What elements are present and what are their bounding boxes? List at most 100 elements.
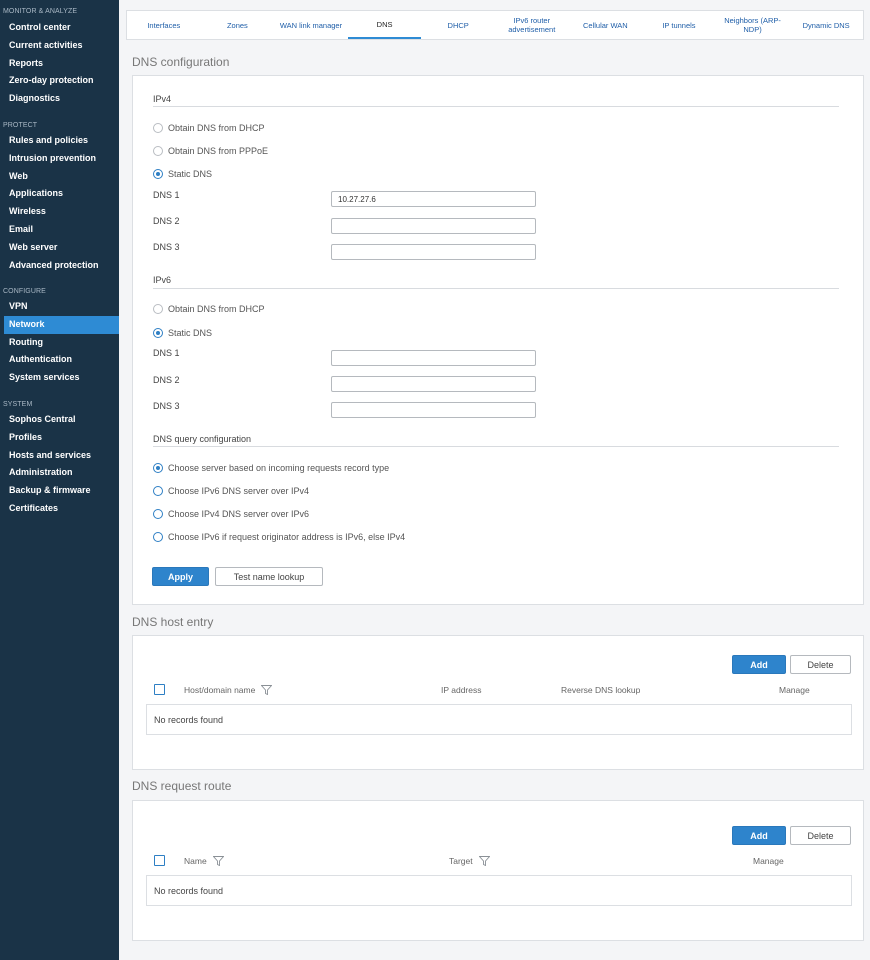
column-name[interactable]: Name: [184, 856, 224, 866]
test-name-lookup-button[interactable]: Test name lookup: [215, 567, 323, 586]
radio-circle[interactable]: [153, 304, 163, 314]
radio-label: Choose server based on incoming requests…: [168, 463, 390, 473]
tab-dns[interactable]: DNS: [347, 11, 422, 39]
ipv4-obtain-pppoe-radio[interactable]: Obtain DNS from PPPoE: [153, 146, 268, 156]
select-all-checkbox[interactable]: [154, 855, 165, 866]
query-option-originator-radio[interactable]: Choose IPv6 if request originator addres…: [153, 532, 405, 542]
sidebar-item-certificates[interactable]: Certificates: [0, 500, 119, 518]
sidebar-item-web-server[interactable]: Web server: [0, 239, 119, 257]
tab-ipv6-router-advertisement[interactable]: IPv6 router advertisement: [495, 11, 569, 39]
sidebar-item-control-center[interactable]: Control center: [0, 19, 119, 37]
column-ip-address: IP address: [441, 685, 481, 695]
tab-wan-link-manager[interactable]: WAN link manager: [274, 11, 348, 39]
tab-neighbors[interactable]: Neighbors (ARP-NDP): [716, 11, 790, 39]
sidebar-item-network[interactable]: Network: [4, 315, 119, 334]
sidebar-item-current-activities[interactable]: Current activities: [0, 37, 119, 55]
radio-label: Choose IPv6 DNS server over IPv4: [168, 486, 310, 496]
dns-configuration-card: IPv4 Obtain DNS from DHCP Obtain DNS fro…: [132, 75, 864, 605]
sidebar-item-wireless[interactable]: Wireless: [0, 203, 119, 221]
radio-circle[interactable]: [153, 146, 163, 156]
ipv4-dns1-input[interactable]: [331, 191, 536, 207]
sidebar-item-authentication[interactable]: Authentication: [0, 351, 119, 369]
dns-query-group-label: DNS query configuration: [153, 434, 252, 444]
tab-dynamic-dns[interactable]: Dynamic DNS: [789, 11, 863, 39]
ipv4-dns1-label: DNS 1: [153, 190, 180, 200]
ipv4-group-label: IPv4: [153, 94, 172, 104]
sidebar-item-rules-and-policies[interactable]: Rules and policies: [0, 132, 119, 150]
column-label: Manage: [753, 856, 784, 866]
divider: [153, 288, 839, 289]
sidebar-item-advanced-protection[interactable]: Advanced protection: [0, 257, 119, 275]
sidebar-section-title: SYSTEM: [3, 401, 33, 408]
sidebar-item-system-services[interactable]: System services: [0, 369, 119, 387]
ipv6-static-dns-radio[interactable]: Static DNS: [153, 328, 212, 338]
column-label: IP address: [441, 685, 482, 695]
add-host-entry-button[interactable]: Add: [732, 655, 786, 674]
sidebar-item-intrusion-prevention[interactable]: Intrusion prevention: [0, 150, 119, 168]
funnel-filter-icon[interactable]: [212, 856, 224, 866]
sidebar-group-protect: Rules and policies Intrusion prevention …: [0, 132, 119, 274]
delete-host-entry-button[interactable]: Delete: [790, 655, 851, 674]
delete-request-route-button[interactable]: Delete: [790, 826, 851, 845]
tab-bar: Interfaces Zones WAN link manager DNS DH…: [126, 10, 864, 40]
sidebar-item-routing[interactable]: Routing: [0, 334, 119, 352]
sidebar-item-backup-firmware[interactable]: Backup & firmware: [0, 482, 119, 500]
ipv4-obtain-dhcp-radio[interactable]: Obtain DNS from DHCP: [153, 123, 265, 133]
tab-ip-tunnels[interactable]: IP tunnels: [642, 11, 716, 39]
ipv4-dns2-input[interactable]: [331, 218, 536, 234]
tab-cellular-wan[interactable]: Cellular WAN: [569, 11, 643, 39]
radio-label: Static DNS: [168, 169, 213, 179]
sidebar: MONITOR & ANALYZE Control center Current…: [0, 0, 119, 960]
ipv6-dns3-input[interactable]: [331, 402, 536, 418]
sidebar-item-applications[interactable]: Applications: [0, 185, 119, 203]
radio-label: Static DNS: [168, 328, 213, 338]
ipv6-obtain-dhcp-radio[interactable]: Obtain DNS from DHCP: [153, 304, 265, 314]
apply-button[interactable]: Apply: [152, 567, 209, 586]
sidebar-item-email[interactable]: Email: [0, 221, 119, 239]
empty-table-message: No records found: [146, 704, 852, 735]
ipv4-dns3-input[interactable]: [331, 244, 536, 260]
tab-dhcp[interactable]: DHCP: [421, 11, 495, 39]
tab-interfaces[interactable]: Interfaces: [127, 11, 201, 39]
select-all-checkbox[interactable]: [154, 684, 165, 695]
sidebar-item-hosts-and-services[interactable]: Hosts and services: [0, 447, 119, 465]
ipv6-dns2-input[interactable]: [331, 376, 536, 392]
radio-label: Choose IPv4 DNS server over IPv6: [168, 509, 310, 519]
radio-label: Choose IPv6 if request originator addres…: [168, 532, 406, 542]
column-target[interactable]: Target: [449, 856, 490, 866]
ipv4-dns3-label: DNS 3: [153, 242, 180, 252]
column-host-domain-name[interactable]: Host/domain name: [184, 685, 273, 695]
sidebar-item-diagnostics[interactable]: Diagnostics: [0, 90, 119, 108]
sidebar-item-reports[interactable]: Reports: [0, 55, 119, 73]
query-option-ipv4-over-ipv6-radio[interactable]: Choose IPv4 DNS server over IPv6: [153, 509, 309, 519]
dns-configuration-title: DNS configuration: [132, 55, 230, 69]
sidebar-item-sophos-central[interactable]: Sophos Central: [0, 411, 119, 429]
ipv4-static-dns-radio[interactable]: Static DNS: [153, 169, 212, 179]
sidebar-item-vpn[interactable]: VPN: [0, 298, 119, 316]
radio-circle[interactable]: [153, 123, 163, 133]
radio-label: Obtain DNS from PPPoE: [168, 146, 269, 156]
sidebar-item-administration[interactable]: Administration: [0, 464, 119, 482]
radio-circle-checked[interactable]: [153, 328, 163, 338]
column-label: Name: [184, 856, 207, 866]
dns-host-entry-title: DNS host entry: [132, 615, 214, 629]
query-option-ipv6-over-ipv4-radio[interactable]: Choose IPv6 DNS server over IPv4: [153, 486, 309, 496]
dns-host-entry-card: Add Delete Host/domain name IP address R…: [132, 635, 864, 770]
radio-circle[interactable]: [153, 486, 163, 496]
ipv6-dns1-label: DNS 1: [153, 348, 180, 358]
sidebar-item-profiles[interactable]: Profiles: [0, 429, 119, 447]
sidebar-group-monitor: Control center Current activities Report…: [0, 19, 119, 108]
funnel-filter-icon[interactable]: [261, 685, 273, 695]
tab-zones[interactable]: Zones: [201, 11, 275, 39]
sidebar-item-web[interactable]: Web: [0, 168, 119, 186]
radio-circle-checked[interactable]: [153, 169, 163, 179]
ipv6-dns1-input[interactable]: [331, 350, 536, 366]
query-option-record-type-radio[interactable]: Choose server based on incoming requests…: [153, 463, 389, 473]
radio-circle-checked[interactable]: [153, 463, 163, 473]
sidebar-item-zero-day-protection[interactable]: Zero-day protection: [0, 72, 119, 90]
add-request-route-button[interactable]: Add: [732, 826, 786, 845]
radio-circle[interactable]: [153, 509, 163, 519]
radio-circle[interactable]: [153, 532, 163, 542]
column-label: Reverse DNS lookup: [561, 685, 641, 695]
funnel-filter-icon[interactable]: [478, 856, 490, 866]
